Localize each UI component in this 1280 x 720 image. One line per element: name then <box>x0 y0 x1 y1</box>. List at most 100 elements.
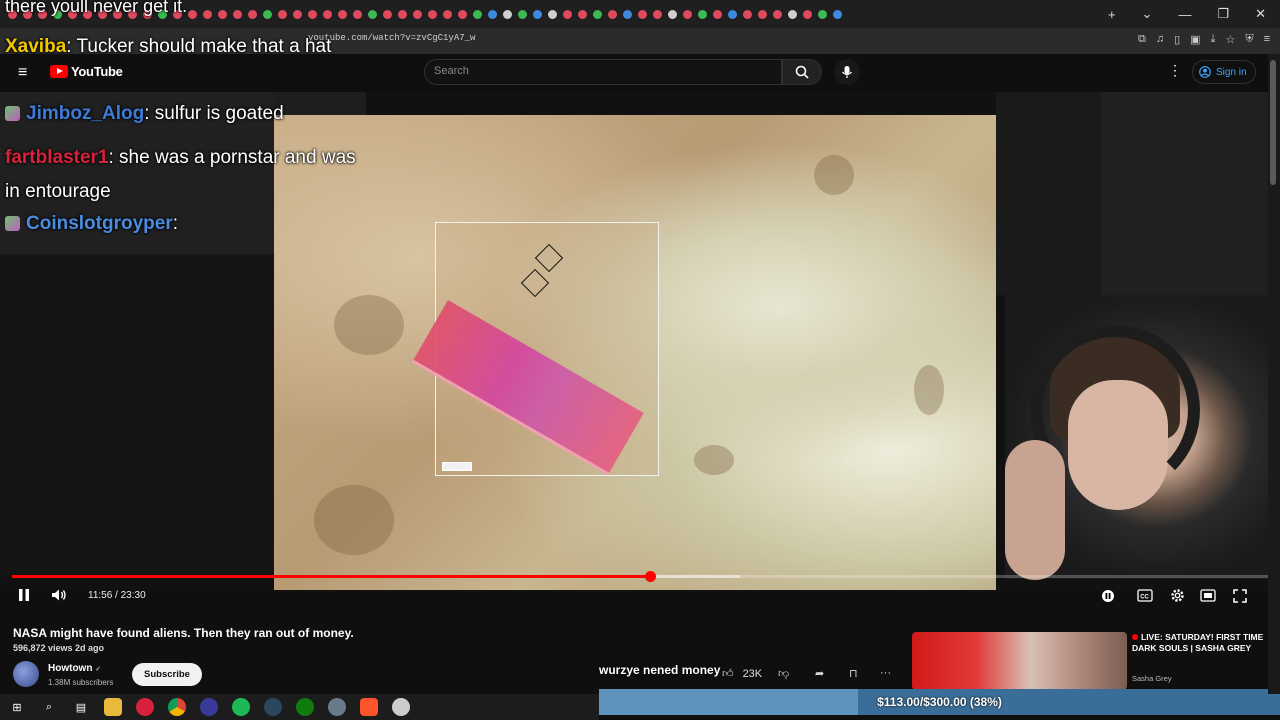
browser-tab-favicon[interactable] <box>458 9 467 19</box>
browser-tab-favicon[interactable] <box>563 9 572 19</box>
browser-tab-favicon[interactable] <box>203 9 212 19</box>
browser-tab-favicon[interactable] <box>233 9 242 19</box>
browser-tab-favicon[interactable] <box>578 9 587 19</box>
more-actions-button[interactable]: ··· <box>880 667 891 679</box>
voice-search-button[interactable] <box>834 59 860 85</box>
like-button[interactable]: 👍︎ 23K <box>722 667 762 680</box>
app-icon[interactable] <box>136 698 154 716</box>
shield-icon[interactable]: ⛨ <box>1245 33 1253 46</box>
bookmark-star-icon[interactable]: ☆ <box>1225 33 1235 46</box>
settings-more-icon[interactable]: ⋮ <box>1168 62 1182 79</box>
browser-tab-favicon[interactable] <box>698 9 707 19</box>
browser-tab-favicon[interactable] <box>743 9 752 19</box>
browser-tab-favicon[interactable] <box>278 9 287 19</box>
channel-avatar[interactable] <box>13 661 39 687</box>
pause-button[interactable] <box>18 588 30 605</box>
task-view-icon[interactable]: ▤ <box>72 698 90 716</box>
browser-tab-favicon[interactable] <box>383 9 392 19</box>
browser-tab-favicon[interactable] <box>758 9 767 19</box>
browser-tab-favicon[interactable] <box>323 9 332 19</box>
brave-icon[interactable] <box>360 698 378 716</box>
close-window-button[interactable]: ✕ <box>1255 6 1266 22</box>
channel-name[interactable]: Howtown ✓ <box>48 663 101 674</box>
xbox-icon[interactable] <box>296 698 314 716</box>
chrome-icon[interactable] <box>168 698 186 716</box>
browser-tab-favicon[interactable] <box>533 9 542 19</box>
search-placeholder: Search <box>434 65 469 77</box>
hamburger-menu-icon[interactable]: ≡ <box>18 64 27 82</box>
download-icon[interactable]: ⤓ <box>1211 33 1216 46</box>
file-explorer-icon[interactable] <box>104 698 122 716</box>
extensions-puzzle-icon[interactable]: ⧉ <box>1138 33 1146 46</box>
browser-tab-favicon[interactable] <box>473 9 482 19</box>
browser-tab-favicon[interactable] <box>293 9 302 19</box>
progress-bar-played <box>12 575 651 578</box>
browser-tab-favicon[interactable] <box>803 9 812 19</box>
progress-scrubber-handle[interactable] <box>644 571 656 582</box>
browser-tab-favicon[interactable] <box>518 9 527 19</box>
share-button[interactable]: ➦ <box>815 667 824 680</box>
browser-tab-favicon[interactable] <box>833 9 842 19</box>
browser-tab-favicon[interactable] <box>443 9 452 19</box>
spotify-icon[interactable] <box>232 698 250 716</box>
app-icon-2[interactable] <box>328 698 346 716</box>
page-scrollbar-thumb[interactable] <box>1270 60 1276 185</box>
browser-tab-favicon[interactable] <box>593 9 602 19</box>
browser-tab-favicon[interactable] <box>428 9 437 19</box>
browser-tab-favicon[interactable] <box>488 9 497 19</box>
maximize-button[interactable]: ❐ <box>1217 6 1229 22</box>
browser-tab-favicon[interactable] <box>398 9 407 19</box>
browser-tab-favicon[interactable] <box>188 9 197 19</box>
browser-tab-favicon[interactable] <box>608 9 617 19</box>
browser-tab-favicon[interactable] <box>338 9 347 19</box>
minimize-button[interactable]: — <box>1178 7 1191 22</box>
dislike-button[interactable]: 👎︎ <box>778 667 789 680</box>
browser-tab-favicon[interactable] <box>653 9 662 19</box>
tab-search-icon[interactable]: ⌄ <box>1142 6 1153 22</box>
media-icon[interactable]: ♫ <box>1156 33 1164 46</box>
autoplay-toggle[interactable] <box>1101 589 1115 606</box>
search-input[interactable] <box>424 59 782 85</box>
browser-tab-favicon[interactable] <box>713 9 722 19</box>
browser-tab-favicon[interactable] <box>353 9 362 19</box>
sign-in-button[interactable]: Sign in <box>1192 60 1256 84</box>
browser-tab-favicon[interactable] <box>263 9 272 19</box>
recommended-video-thumbnail[interactable] <box>912 632 1127 690</box>
browser-tab-favicon[interactable] <box>248 9 257 19</box>
app-icon-3[interactable] <box>392 698 410 716</box>
captions-button[interactable]: CC <box>1137 589 1153 605</box>
search-button[interactable] <box>782 59 822 85</box>
browser-tab-favicon[interactable] <box>308 9 317 19</box>
browser-tab-favicon[interactable] <box>773 9 782 19</box>
theater-mode-button[interactable] <box>1200 589 1216 605</box>
subscribe-button[interactable]: Subscribe <box>132 663 202 686</box>
recommended-channel[interactable]: Sasha Grey <box>1132 674 1172 683</box>
recommended-video-title[interactable]: LIVE: SATURDAY! FIRST TIME DARK SOULS | … <box>1132 632 1272 654</box>
browser-tab-favicon[interactable] <box>548 9 557 19</box>
browser-tab-favicon[interactable] <box>218 9 227 19</box>
browser-menu-icon[interactable]: ≡ <box>1264 33 1270 46</box>
taskbar-search-icon[interactable]: ⌕ <box>40 698 58 716</box>
wallet-icon[interactable]: ▣ <box>1190 33 1200 46</box>
browser-tab-favicon[interactable] <box>623 9 632 19</box>
browser-tab-favicon[interactable] <box>668 9 677 19</box>
browser-tab-strip[interactable] <box>0 0 1280 28</box>
settings-button[interactable] <box>1169 587 1186 607</box>
save-button[interactable]: ⊓ <box>849 667 858 680</box>
obs-icon[interactable] <box>200 698 218 716</box>
browser-tab-favicon[interactable] <box>368 9 377 19</box>
sidebar-icon[interactable]: ▯ <box>1174 33 1180 46</box>
browser-tab-favicon[interactable] <box>413 9 422 19</box>
fullscreen-button[interactable] <box>1233 589 1247 606</box>
browser-tab-favicon[interactable] <box>788 9 797 19</box>
new-tab-button[interactable]: + <box>1108 7 1116 22</box>
windows-start-icon[interactable]: ⊞ <box>8 698 26 716</box>
browser-tab-favicon[interactable] <box>728 9 737 19</box>
browser-tab-favicon[interactable] <box>818 9 827 19</box>
youtube-logo[interactable]: YouTube <box>50 64 123 79</box>
browser-tab-favicon[interactable] <box>503 9 512 19</box>
steam-icon[interactable] <box>264 698 282 716</box>
volume-button[interactable] <box>51 588 67 605</box>
browser-tab-favicon[interactable] <box>683 9 692 19</box>
browser-tab-favicon[interactable] <box>638 9 647 19</box>
